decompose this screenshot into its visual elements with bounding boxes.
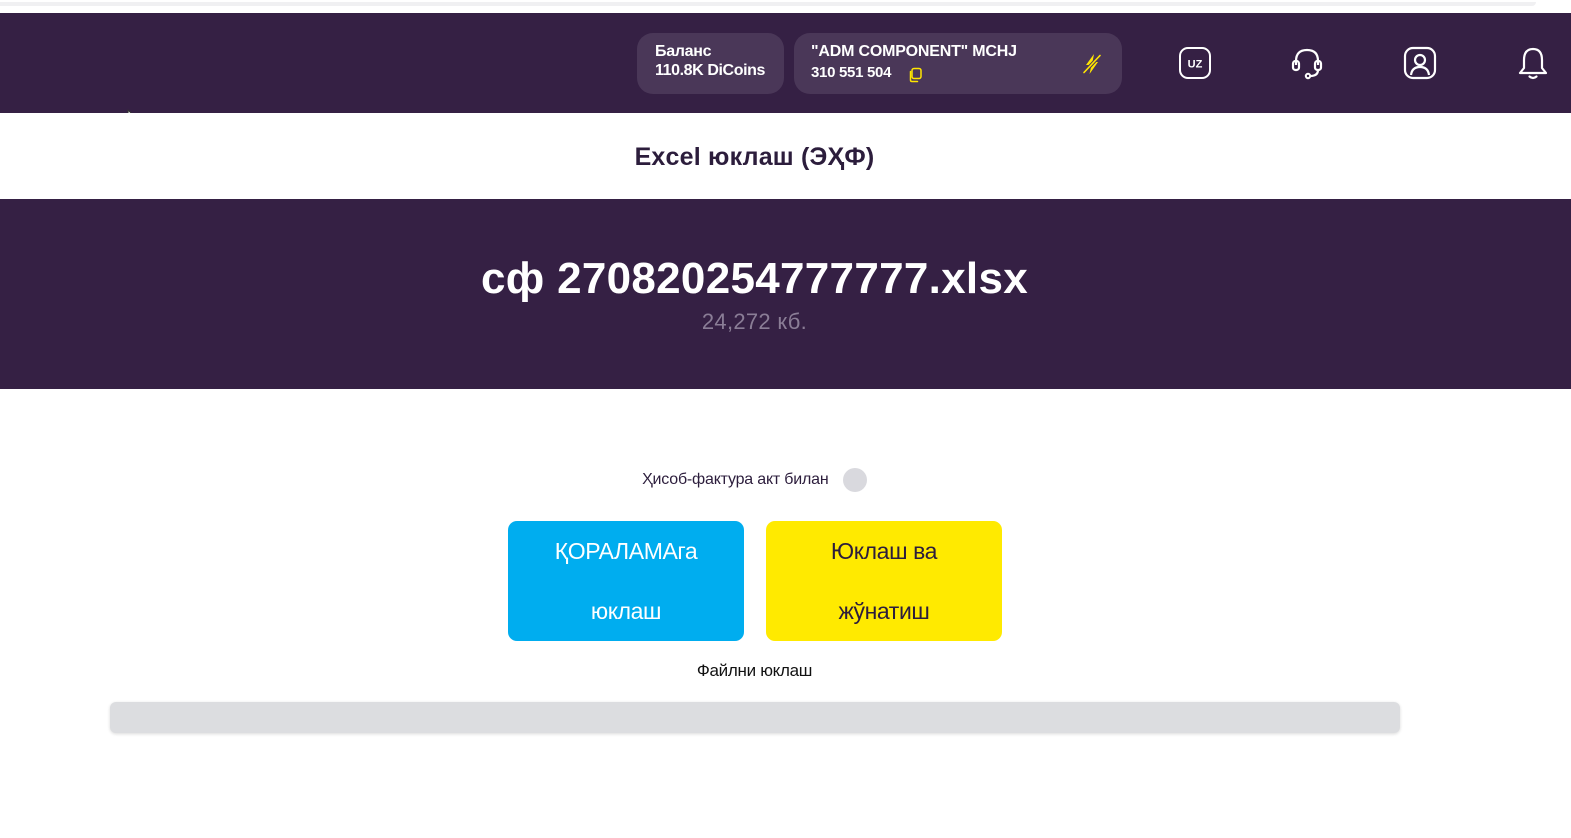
page-title-bar: Excel юклаш (ЭҲФ) (0, 113, 1571, 199)
upload-file-label: Файлни юклаш (696, 661, 813, 680)
upload-to-drafts-label: ҚОРАЛАМАга юклаш (554, 538, 698, 624)
company-selector[interactable]: "ADM COMPONENT" MCHJ 310 551 504 (794, 33, 1122, 94)
lightning-off-icon[interactable] (1081, 52, 1103, 76)
copy-icon[interactable] (907, 67, 923, 83)
profile-icon[interactable] (1400, 43, 1440, 83)
language-icon[interactable]: UZ (1175, 43, 1215, 83)
headset-icon[interactable] (1287, 43, 1327, 83)
language-code: UZ (1188, 59, 1203, 71)
bell-icon[interactable] (1513, 43, 1553, 83)
company-name: "ADM COMPONENT" MCHJ (811, 43, 1017, 60)
page-title: Excel юклаш (ЭҲФ) (634, 143, 875, 171)
invoice-with-act-toggle[interactable] (842, 468, 867, 492)
file-name: сф 270820254777777.xlsx (480, 254, 1029, 303)
balance-pill[interactable]: Баланс 110.8K DiCoins (637, 33, 784, 94)
invoice-with-act-option: Ҳисоб-фактура акт билан (0, 468, 1509, 492)
upload-to-drafts-button[interactable]: ҚОРАЛАМАга юклаш (508, 521, 744, 641)
file-size: 24,272 кб. (701, 309, 808, 334)
app-header: Баланс 110.8K DiCoins "ADM COMPONENT" MC… (0, 13, 1571, 113)
upload-and-send-label: Юклаш ва жўнатиш (830, 538, 938, 624)
balance-value: 110.8K DiCoins (655, 62, 766, 79)
browser-top-strip (0, 0, 1571, 13)
company-tin: 310 551 504 (811, 64, 892, 81)
browser-scroll-strip (0, 2, 1536, 6)
upload-and-send-button[interactable]: Юклаш ва жўнатиш (766, 521, 1002, 641)
balance-label: Баланс (655, 43, 712, 60)
file-upload-dropzone[interactable] (110, 702, 1400, 733)
invoice-with-act-label: Ҳисоб-фактура акт билан (642, 471, 829, 488)
file-info-banner: сф 270820254777777.xlsx 24,272 кб. (0, 199, 1571, 389)
